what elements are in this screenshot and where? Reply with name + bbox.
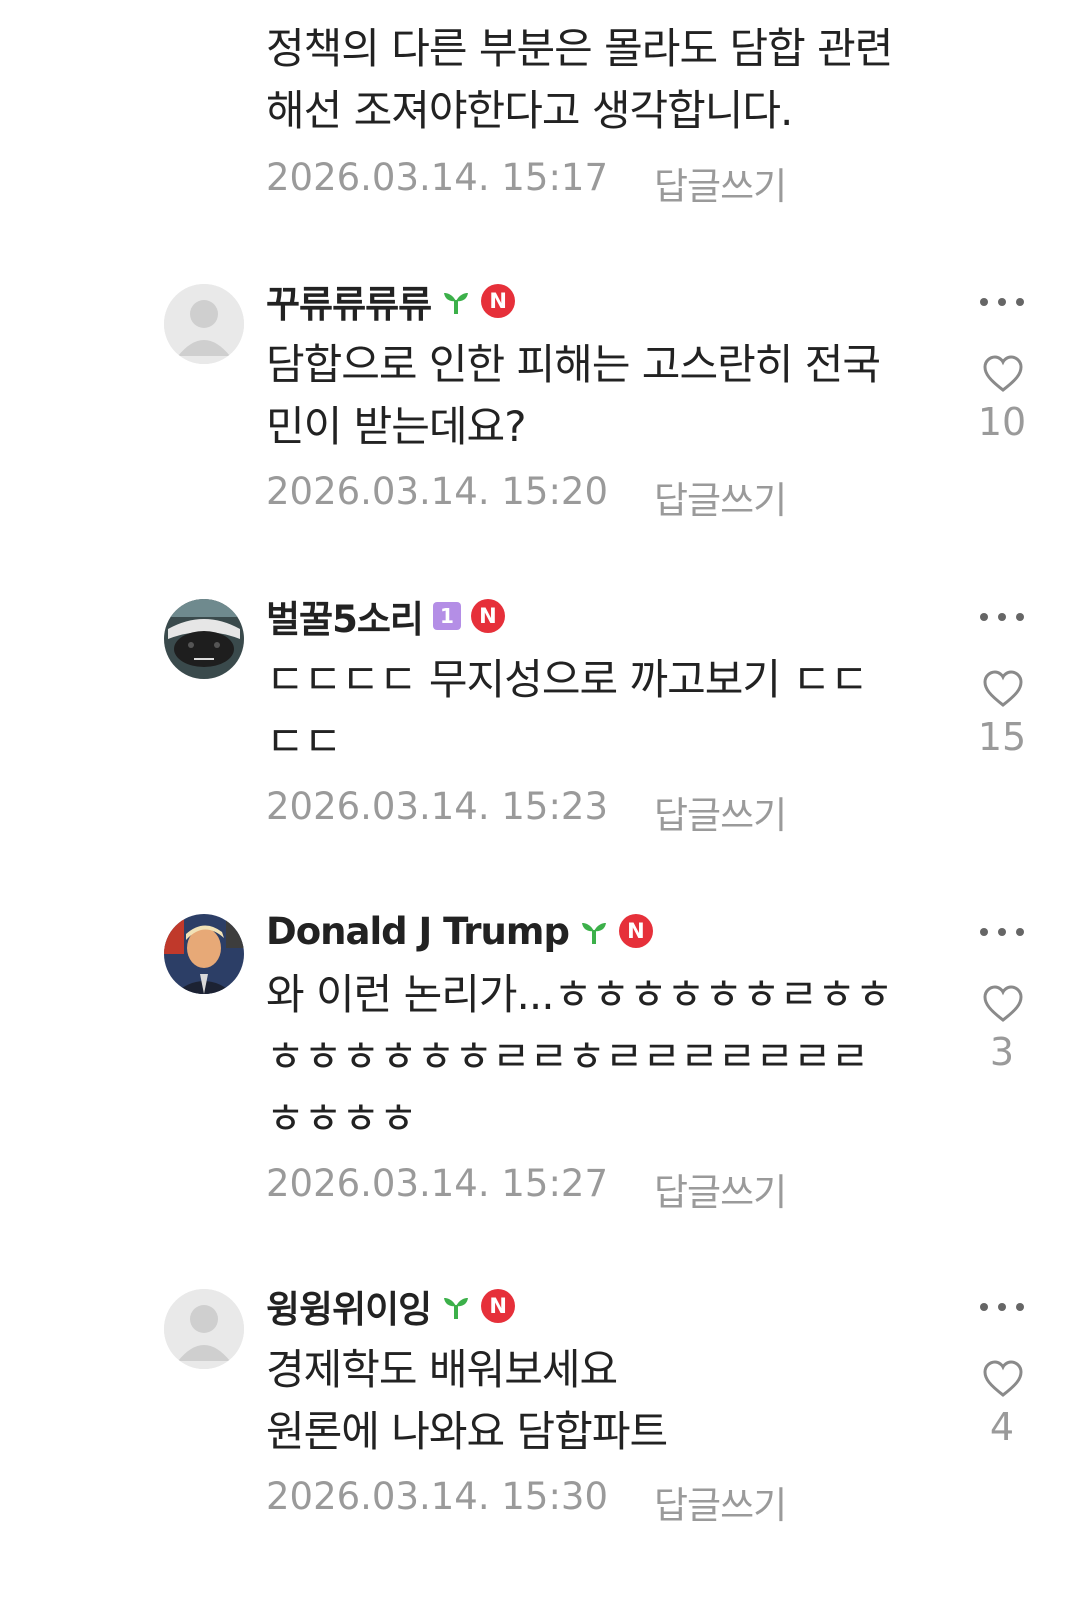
comment-text: 와 이런 논리가...ㅎㅎㅎㅎㅎㅎㄹㅎㅎ ㅎㅎㅎㅎㅎㅎㄹㄹㅎㄹㄹㄹㄹㄹㄹㄹ ㅎㅎ… bbox=[266, 970, 893, 1143]
comment-meta: 2026.03.14. 15:23 답글쓰기 bbox=[266, 785, 787, 839]
sprout-icon bbox=[441, 286, 471, 316]
more-options-icon[interactable] bbox=[980, 292, 1024, 312]
comment-meta: 2026.03.14. 15:17 답글쓰기 bbox=[266, 156, 787, 210]
author-name[interactable]: 꾸류류류류 bbox=[266, 274, 432, 328]
comment-timestamp: 2026.03.14. 15:17 bbox=[266, 156, 608, 199]
honey-badger-avatar[interactable] bbox=[164, 599, 244, 679]
n-badge-icon: N bbox=[481, 1289, 516, 1323]
author-name[interactable]: 벌꿀5소리 bbox=[266, 589, 424, 643]
like-count: 10 bbox=[977, 400, 1027, 444]
more-options-icon[interactable] bbox=[980, 607, 1024, 627]
like-count: 15 bbox=[977, 715, 1027, 759]
sprout-icon bbox=[579, 916, 609, 946]
heart-icon[interactable] bbox=[982, 354, 1024, 394]
default-avatar[interactable] bbox=[164, 284, 244, 364]
n-badge-icon: N bbox=[470, 599, 505, 633]
comment-text: 정책의 다른 부분은 몰라도 담합 관련 해선 조져야한다고 생각합니다. bbox=[266, 24, 893, 135]
comment-meta: 2026.03.14. 15:20 답글쓰기 bbox=[266, 470, 787, 524]
comment-meta: 2026.03.14. 15:27 답글쓰기 bbox=[266, 1162, 787, 1216]
author-name[interactable]: Donald J Trump bbox=[266, 910, 570, 953]
sprout-icon bbox=[441, 1291, 471, 1321]
heart-icon[interactable] bbox=[982, 1359, 1024, 1399]
reply-button[interactable]: 답글쓰기 bbox=[654, 785, 787, 839]
default-avatar[interactable] bbox=[164, 1289, 244, 1369]
author-row: 벌꿀5소리 1 N bbox=[266, 591, 505, 641]
portrait-avatar[interactable] bbox=[164, 914, 244, 994]
comment-timestamp: 2026.03.14. 15:27 bbox=[266, 1162, 608, 1205]
reply-button[interactable]: 답글쓰기 bbox=[654, 156, 787, 210]
comment-timestamp: 2026.03.14. 15:30 bbox=[266, 1475, 608, 1518]
level-badge-icon: 1 bbox=[432, 602, 461, 630]
comment-meta: 2026.03.14. 15:30 답글쓰기 bbox=[266, 1475, 787, 1529]
more-options-icon[interactable] bbox=[980, 1297, 1024, 1317]
reply-button[interactable]: 답글쓰기 bbox=[654, 1162, 787, 1216]
author-row: Donald J Trump N bbox=[266, 906, 653, 956]
reply-button[interactable]: 답글쓰기 bbox=[654, 1475, 787, 1529]
n-badge-icon: N bbox=[481, 284, 516, 318]
n-badge-icon: N bbox=[618, 914, 653, 948]
comment-text: 경제학도 배워보세요 원론에 나와요 담합파트 bbox=[266, 1345, 668, 1456]
like-count: 4 bbox=[989, 1405, 1015, 1449]
comment-timestamp: 2026.03.14. 15:23 bbox=[266, 785, 608, 828]
author-name[interactable]: 윙윙위이잉 bbox=[266, 1279, 432, 1333]
author-row: 꾸류류류류 N bbox=[266, 274, 516, 328]
comment-text: ㄷㄷㄷㄷ 무지성으로 까고보기 ㄷㄷ ㄷㄷ bbox=[266, 655, 869, 766]
comment-text: 담합으로 인한 피해는 고스란히 전국 민이 받는데요? bbox=[266, 340, 881, 451]
like-count: 3 bbox=[989, 1030, 1015, 1074]
comment-timestamp: 2026.03.14. 15:20 bbox=[266, 470, 608, 513]
author-row: 윙윙위이잉 N bbox=[266, 1279, 516, 1333]
heart-icon[interactable] bbox=[982, 984, 1024, 1024]
reply-button[interactable]: 답글쓰기 bbox=[654, 470, 787, 524]
more-options-icon[interactable] bbox=[980, 922, 1024, 942]
heart-icon[interactable] bbox=[982, 669, 1024, 709]
